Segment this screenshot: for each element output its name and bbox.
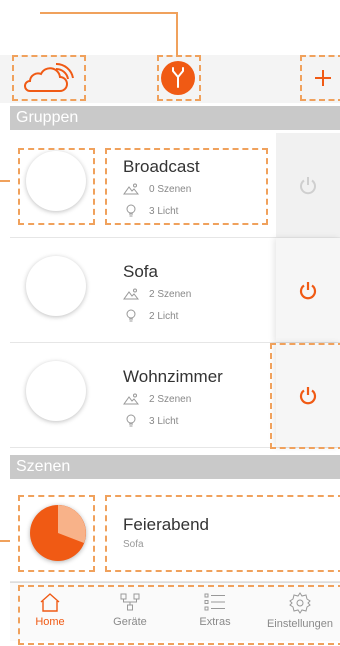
group-color-circle[interactable] <box>26 256 86 316</box>
callout-group-info <box>105 148 268 225</box>
group-scenes-count: 2 Szenen <box>123 393 191 405</box>
group-color-circle[interactable] <box>26 361 86 421</box>
callout-bridge <box>157 55 201 101</box>
bulb-icon <box>126 414 136 427</box>
callout-power <box>270 343 340 449</box>
group-row-sofa[interactable]: Sofa 2 Szenen 2 Licht <box>10 238 340 343</box>
scene-icon <box>123 288 139 300</box>
callout-scene-circle <box>18 495 95 572</box>
group-lights-count: 3 Licht <box>123 414 178 428</box>
power-button[interactable] <box>276 238 340 342</box>
group-name: Sofa <box>123 262 158 281</box>
annotation-line <box>40 12 177 14</box>
power-button[interactable] <box>276 133 340 237</box>
scene-icon <box>123 393 139 405</box>
power-icon <box>300 177 316 195</box>
annotation-line <box>176 12 178 60</box>
section-header-groups: Gruppen <box>10 106 340 130</box>
section-header-scenes: Szenen <box>10 455 340 479</box>
group-name: Wohnzimmer <box>123 367 223 386</box>
callout-cloud <box>12 55 86 101</box>
bulb-icon <box>126 309 136 322</box>
group-scenes-count: 2 Szenen <box>123 288 191 300</box>
callout-tabbar <box>18 585 340 645</box>
callout-group-circle <box>18 148 95 225</box>
group-lights-count: 2 Licht <box>123 309 178 323</box>
power-icon <box>299 282 317 300</box>
callout-add <box>300 55 340 101</box>
section-scenes-label: Szenen <box>16 458 71 475</box>
section-groups-label: Gruppen <box>16 109 79 126</box>
callout-scene-info <box>105 495 340 572</box>
